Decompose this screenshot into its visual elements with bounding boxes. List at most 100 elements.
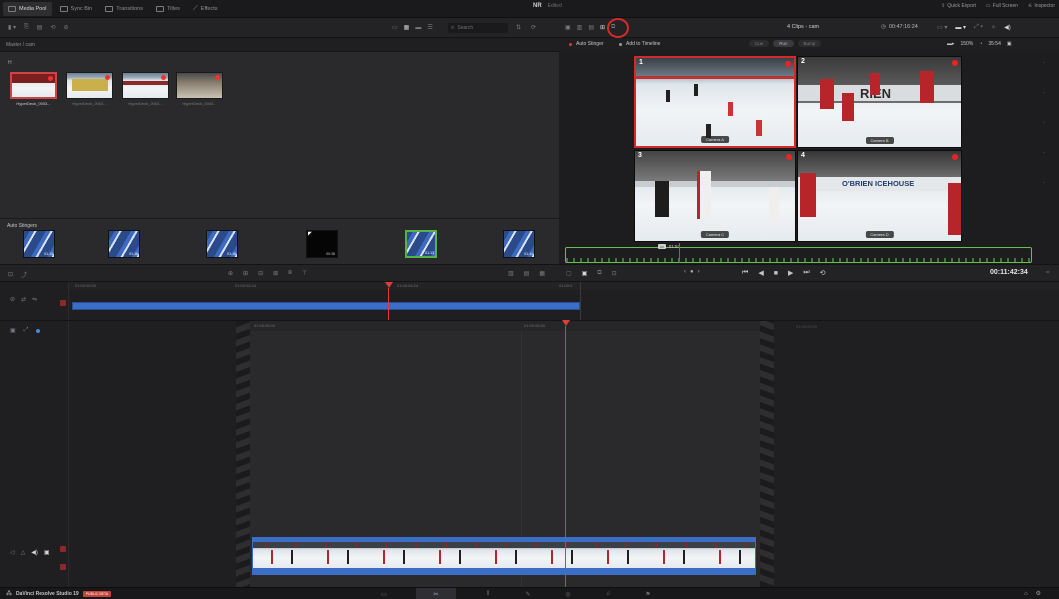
upper-playhead-head[interactable]: [385, 282, 393, 290]
snap-icon[interactable]: ⊡: [8, 271, 13, 278]
track-lock-icon[interactable]: ⊘: [10, 296, 15, 303]
track-auto-select-icon[interactable]: ⇄: [21, 296, 26, 303]
tab-effects[interactable]: ⟋ Effects: [188, 2, 223, 16]
stinger-3[interactable]: 01:16: [206, 230, 238, 258]
breadcrumb[interactable]: Master / cam: [6, 42, 35, 48]
place-on-top-icon[interactable]: ⧈: [288, 270, 292, 277]
camera-angle-2[interactable]: RIEN 2 Camera B: [797, 56, 962, 148]
fairlight-page-icon[interactable]: ♫: [600, 590, 616, 598]
ripple-icon[interactable]: ⊟: [258, 270, 263, 277]
auto-stinger-option[interactable]: Auto Stinger: [569, 41, 604, 47]
refresh-icon[interactable]: ⟳: [531, 24, 536, 31]
upper-timeline-clip[interactable]: [72, 302, 580, 310]
razor-icon[interactable]: ⤴: [21, 270, 27, 279]
fusion-page-icon[interactable]: ✎: [520, 590, 536, 598]
filmstrip-view-icon[interactable]: ▬: [415, 25, 421, 31]
camera-angle-4[interactable]: O'BRIEN ICEHOUSE 4 Camera D: [797, 150, 962, 242]
stinger-1[interactable]: 01:13: [23, 230, 55, 258]
display-dropdown-icon[interactable]: ▬ ▾: [955, 24, 966, 31]
thumbnail-view-icon[interactable]: ▦: [404, 24, 410, 31]
stinger-5-selected[interactable]: 01:13: [405, 230, 437, 258]
home-icon[interactable]: ⌂: [1024, 591, 1028, 597]
close-up-icon[interactable]: ⊠: [273, 270, 278, 277]
clip-thumbnail-1[interactable]: [10, 72, 57, 99]
stinger-4[interactable]: ◤ 00:38: [306, 230, 338, 258]
sync-icon[interactable]: ⟲: [50, 24, 55, 31]
edit-page-icon[interactable]: ⫴: [480, 590, 496, 598]
layout-icon[interactable]: ▦: [539, 270, 545, 277]
audio-icon-1[interactable]: ◁: [10, 549, 15, 556]
quick-export-button[interactable]: ⇪ Quick Export: [941, 3, 976, 9]
multicam-icon[interactable]: ▣: [582, 270, 588, 277]
import-icon[interactable]: ⎘: [24, 24, 29, 31]
timeline-view-toggle-icon[interactable]: ▤: [524, 270, 530, 277]
tab-transitions[interactable]: Transitions: [100, 2, 148, 16]
cut-page-icon[interactable]: ✂: [416, 588, 456, 599]
tab-titles[interactable]: Titles: [151, 2, 185, 16]
audio-icon-2[interactable]: △: [21, 549, 26, 556]
viewer-options-icon[interactable]: ▣: [1007, 41, 1012, 47]
jog-bar[interactable]: [565, 247, 1032, 263]
speaker-icon[interactable]: ◀): [31, 549, 38, 556]
scrub-marker[interactable]: ▭ 01:53: [658, 244, 680, 249]
camera-icon[interactable]: ▢: [566, 270, 572, 277]
clip-thumbnail-3[interactable]: [122, 72, 169, 99]
bump-button[interactable]: Bump: [797, 40, 822, 47]
cue-button[interactable]: Cue: [749, 40, 770, 47]
bin-icon[interactable]: ▤: [37, 24, 43, 31]
monitor-icon[interactable]: ▣: [44, 549, 50, 556]
magic-icon[interactable]: ✧: [991, 24, 996, 31]
tab-media-pool[interactable]: Media Pool: [3, 1, 52, 16]
audio-arm-icon-2[interactable]: [60, 564, 66, 570]
options-dropdown-icon[interactable]: ▭ ▾: [937, 24, 947, 31]
list-dropdown-icon[interactable]: ▮ ▾: [8, 24, 16, 31]
transport-menu-icon[interactable]: =: [1046, 270, 1050, 276]
loop-icon[interactable]: ⟲: [820, 269, 826, 277]
smart-insert-icon[interactable]: ⊕: [228, 270, 233, 277]
search-input[interactable]: Search: [457, 25, 473, 31]
sync-view-icon[interactable]: ▤: [588, 24, 594, 31]
source-overwrite-icon[interactable]: ⊤: [302, 270, 307, 277]
stinger-2[interactable]: 01:16: [108, 230, 140, 258]
timeline-view-icon[interactable]: ▥: [577, 24, 583, 31]
append-icon[interactable]: ⊞: [243, 270, 248, 277]
link-toggle-icon[interactable]: ⤢: [24, 327, 29, 334]
play-icon[interactable]: ▶: [788, 269, 793, 277]
skip-forward-icon[interactable]: ⏭: [803, 269, 809, 277]
play-reverse-icon[interactable]: ◀: [758, 269, 763, 277]
sync-clip-icon[interactable]: ⧉: [597, 270, 601, 277]
audio-meter-icon[interactable]: ▥: [508, 270, 514, 277]
list-view-icon[interactable]: ☰: [427, 24, 432, 31]
metadata-view-icon[interactable]: ▭: [392, 24, 398, 31]
inspector-button[interactable]: ⚟ Inspector: [1028, 3, 1055, 9]
clip-thumbnail-2[interactable]: [66, 72, 113, 99]
media-page-icon[interactable]: ▭: [376, 590, 392, 598]
track-color-dot[interactable]: [36, 328, 41, 333]
add-clip-icon[interactable]: ⊡: [612, 270, 617, 277]
deliver-page-icon[interactable]: ⚑: [640, 590, 656, 598]
skip-back-icon[interactable]: ⏮: [742, 269, 748, 277]
run-button[interactable]: Run: [773, 40, 794, 47]
zoom-level[interactable]: 150%: [961, 41, 974, 47]
jog-control[interactable]: ‹ ● ›: [684, 269, 700, 275]
add-to-timeline-option[interactable]: Add to Timeline: [619, 41, 660, 47]
search-box[interactable]: ⌕ Search: [448, 23, 508, 33]
camera-angle-1[interactable]: 1 Camera A: [634, 56, 796, 148]
sort-icon[interactable]: ⇅: [516, 24, 521, 31]
volume-icon[interactable]: ◀): [1004, 24, 1011, 31]
camera-angle-3[interactable]: 3 Camera C: [634, 150, 796, 242]
multicam-grid-icon[interactable]: ⊞: [600, 24, 605, 31]
audio-arm-icon[interactable]: [60, 546, 66, 552]
full-screen-button[interactable]: ▭ Full Screen: [986, 3, 1018, 9]
stinger-6[interactable]: 01:14: [503, 230, 535, 258]
tab-sync-bin[interactable]: Sync Bin: [55, 2, 98, 16]
stop-icon[interactable]: ■: [774, 270, 778, 277]
viewer-playhead[interactable]: [679, 243, 680, 263]
transform-dropdown-icon[interactable]: ⤢ ▾: [974, 24, 983, 31]
clip-thumbnail-4[interactable]: [176, 72, 223, 99]
record-arm-icon[interactable]: [60, 300, 66, 306]
lower-playhead-head[interactable]: [562, 320, 570, 328]
track-link-icon[interactable]: ⇋: [32, 296, 37, 303]
color-page-icon[interactable]: ◎: [560, 590, 576, 598]
link-icon[interactable]: ⊘: [64, 24, 69, 31]
